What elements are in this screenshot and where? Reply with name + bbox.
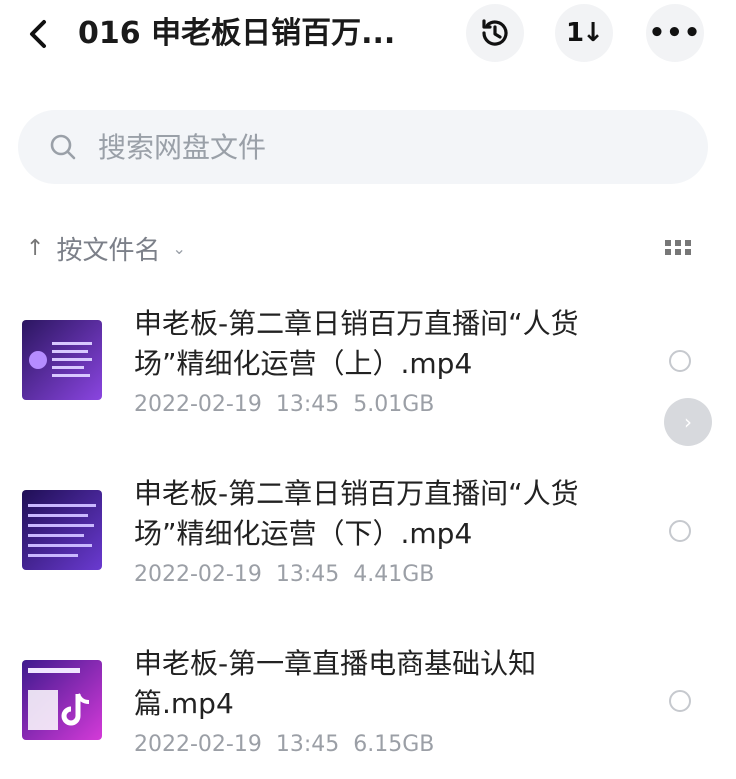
- file-meta: 2022-02-19 13:45 6.15GB: [134, 732, 434, 757]
- file-date: 2022-02-19: [134, 392, 262, 417]
- file-meta: 2022-02-19 13:45 4.41GB: [134, 562, 434, 587]
- file-time: 13:45: [275, 732, 340, 757]
- file-date: 2022-02-19: [134, 562, 262, 587]
- select-radio[interactable]: [669, 350, 691, 372]
- file-size: 6.15GB: [353, 732, 435, 757]
- chevron-left-icon: [30, 20, 46, 48]
- sort-direction-icon: ↑: [26, 235, 45, 261]
- history-icon: [482, 19, 508, 46]
- file-size: 4.41GB: [353, 562, 435, 587]
- video-thumbnail: [22, 660, 102, 740]
- search-icon: [48, 132, 78, 162]
- back-button[interactable]: [18, 12, 58, 56]
- sort-selector[interactable]: ↑ 按文件名 ⌄: [26, 228, 186, 268]
- file-meta: 2022-02-19 13:45 5.01GB: [134, 392, 434, 417]
- history-button[interactable]: [466, 4, 524, 62]
- file-name: 申老板-第一章直播电商基础认知篇.mp4: [134, 647, 537, 720]
- file-size: 5.01GB: [353, 392, 435, 417]
- search-bar[interactable]: [18, 110, 708, 184]
- video-thumbnail: [22, 490, 102, 570]
- search-input[interactable]: [98, 130, 658, 164]
- file-time: 13:45: [275, 562, 340, 587]
- file-row[interactable]: 申老板-第二章日销百万直播间“人货场”精细化运营（上）.mp4 2022-02-…: [0, 296, 736, 446]
- file-time: 13:45: [275, 392, 340, 417]
- grid-view-icon: [665, 240, 691, 255]
- video-thumbnail: [22, 320, 102, 400]
- file-name: 申老板-第二章日销百万直播间“人货场”精细化运营（下）.mp4: [134, 477, 579, 550]
- top-bar: 016 申老板日销百万... 1↓ •••: [0, 0, 736, 70]
- select-radio[interactable]: [669, 690, 691, 712]
- more-button[interactable]: •••: [646, 4, 704, 62]
- chevron-right-icon: ›: [684, 410, 692, 434]
- chevron-down-icon: ⌄: [172, 238, 186, 258]
- sort-label: 按文件名: [56, 235, 161, 266]
- page-title: 016 申老板日销百万...: [78, 16, 396, 51]
- select-radio[interactable]: [669, 520, 691, 542]
- file-name: 申老板-第二章日销百万直播间“人货场”精细化运营（上）.mp4: [134, 307, 579, 380]
- sort-updown-icon: 1↓: [566, 18, 604, 48]
- grid-view-button[interactable]: [664, 236, 692, 260]
- file-row[interactable]: 申老板-第二章日销百万直播间“人货场”精细化运营（下）.mp4 2022-02-…: [0, 466, 736, 616]
- file-row[interactable]: 申老板-第一章直播电商基础认知篇.mp4 2022-02-19 13:45 6.…: [0, 636, 736, 779]
- more-horizontal-icon: •••: [648, 18, 702, 48]
- file-date: 2022-02-19: [134, 732, 262, 757]
- scroll-handle[interactable]: ›: [664, 398, 712, 446]
- sort-toggle-button[interactable]: 1↓: [555, 4, 613, 62]
